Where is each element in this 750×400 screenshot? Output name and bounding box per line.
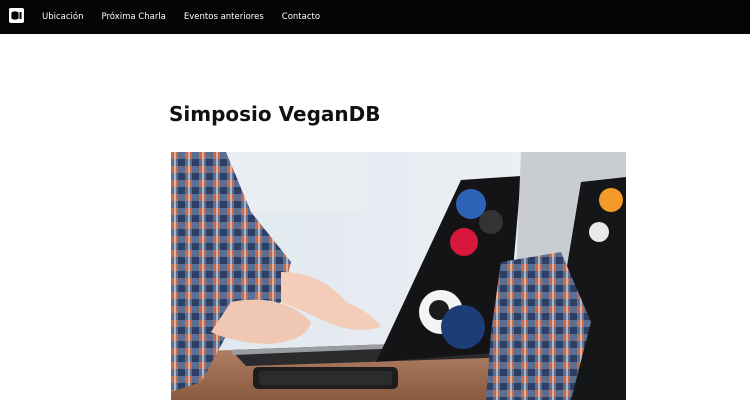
nav-link-eventos-anteriores[interactable]: Eventos anteriores [184,12,264,22]
nav-link-contacto[interactable]: Contacto [282,12,320,22]
database-logo-icon[interactable] [9,8,24,23]
top-navbar: Ubicación Próxima Charla Eventos anterio… [0,0,750,34]
nav-link-ubicacion[interactable]: Ubicación [42,12,83,22]
nav-link-proxima-charla[interactable]: Próxima Charla [101,12,165,22]
hero-image [171,152,626,400]
main-nav: Ubicación Próxima Charla Eventos anterio… [42,0,338,34]
page-title: Simposio VeganDB [169,102,381,126]
